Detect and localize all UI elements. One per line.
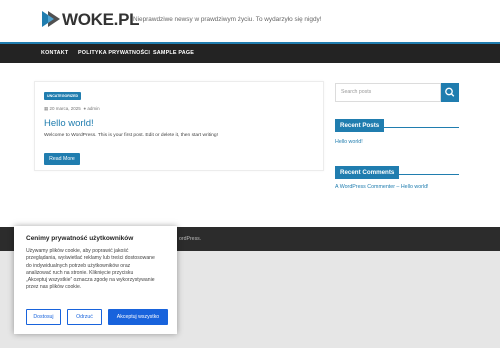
search-icon — [445, 87, 455, 97]
recent-posts-heading: Recent Posts — [335, 114, 459, 132]
cookie-description: Używamy plików cookie, aby poprawić jako… — [26, 248, 171, 292]
search-input[interactable]: Search posts — [335, 83, 441, 102]
cookie-customize-button[interactable]: Dostosuj — [26, 309, 61, 325]
cookie-line: przeglądania, wyświetlać reklamy lub tre… — [26, 255, 155, 262]
site-header: WOKE.PL Nieprawdziwe newsy w prawdziwym … — [0, 0, 500, 42]
post-author[interactable]: admin — [87, 106, 99, 111]
read-more-button[interactable]: Read More — [44, 153, 80, 165]
post-date[interactable]: 20 marca, 2025 — [50, 106, 81, 111]
main-content: UNCATEGORIZED ▦ 20 marca, 2025 ● admin H… — [0, 63, 500, 227]
cookie-reject-button[interactable]: Odrzuć — [67, 309, 102, 325]
post-title[interactable]: Hello world! — [44, 118, 94, 129]
site-tagline: Nieprawdziwe newsy w prawdziwym życiu. T… — [133, 16, 322, 23]
cookie-line: przez nas plików cookie. — [26, 284, 82, 291]
cookie-line: Używamy plików cookie, aby poprawić jako… — [26, 248, 129, 254]
search-button[interactable] — [441, 83, 459, 102]
user-icon: ● — [83, 106, 87, 111]
cookie-line: analizować ruch na stronie. Kliknięcie p… — [26, 269, 134, 276]
post-meta: ▦ 20 marca, 2025 ● admin — [44, 106, 100, 112]
logo-icon[interactable] — [41, 10, 61, 28]
cookie-line: „Akceptuj wszystkie” oznacza zgodę na wy… — [26, 277, 155, 284]
recent-posts-title: Recent Posts — [335, 119, 385, 132]
nav-item-sample-page[interactable]: SAMPLE PAGE — [153, 50, 194, 57]
recent-comments-heading: Recent Comments — [335, 161, 459, 179]
nav-item-kontakt[interactable]: KONTAKT — [41, 50, 68, 57]
post-card: UNCATEGORIZED ▦ 20 marca, 2025 ● admin H… — [34, 81, 324, 171]
recent-comment-link[interactable]: A WordPress Commenter – Hello world! — [335, 184, 429, 191]
site-logo-text[interactable]: WOKE.PL — [62, 10, 140, 29]
cookie-line: do indywidualnych potrzeb użytkowników o… — [26, 262, 131, 269]
calendar-icon: ▦ — [44, 106, 49, 111]
post-excerpt: Welcome to WordPress. This is your first… — [44, 133, 218, 138]
cookie-title: Cenimy prywatność użytkowników — [26, 235, 134, 242]
category-badge[interactable]: UNCATEGORIZED — [44, 92, 82, 100]
nav-item-polityka-prywatnosci[interactable]: POLITYKA PRYWATNOŚCI — [78, 50, 150, 57]
recent-comments-title: Recent Comments — [335, 166, 400, 179]
footer-credit: ordPress. — [179, 236, 202, 242]
cookie-consent-banner: Cenimy prywatność użytkowników Używamy p… — [14, 226, 177, 334]
recent-post-link[interactable]: Hello world! — [335, 139, 363, 146]
cookie-accept-button[interactable]: Akceptuj wszystko — [108, 309, 168, 325]
main-nav: KONTAKT POLITYKA PRYWATNOŚCI SAMPLE PAGE — [0, 42, 500, 63]
